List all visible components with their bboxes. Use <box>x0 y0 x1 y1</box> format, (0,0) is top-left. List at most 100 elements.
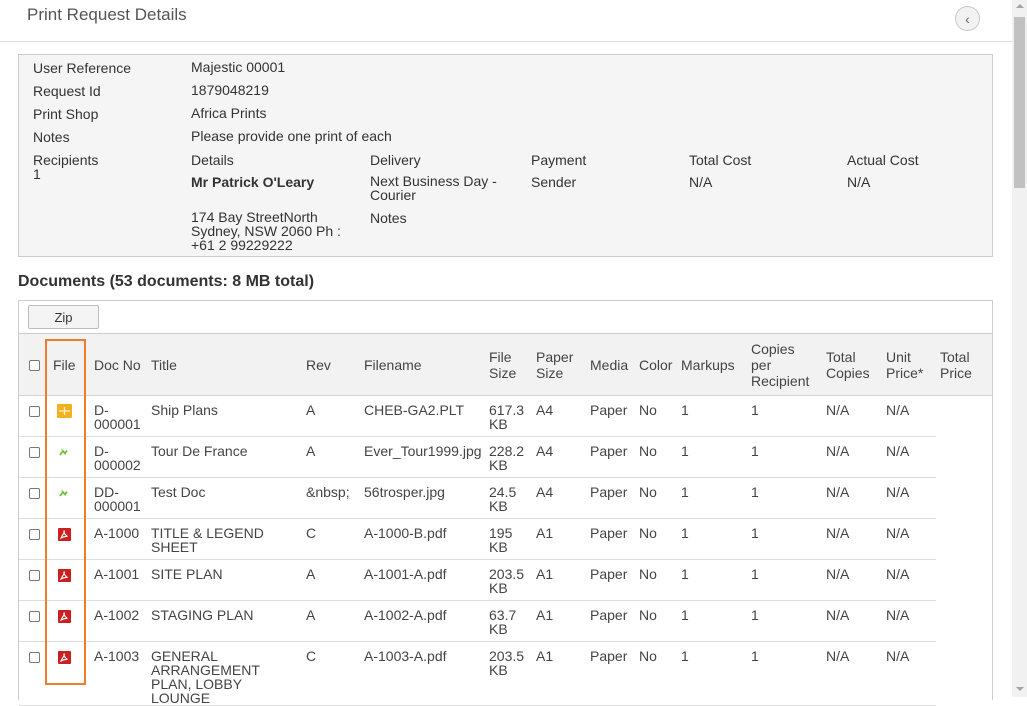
color-cell: No <box>635 436 677 478</box>
unit-price-cell: N/A <box>882 436 936 478</box>
column-header-copies-per-recipient[interactable]: Copies per Recipient <box>747 333 822 396</box>
paper-size-cell: A1 <box>532 518 586 560</box>
row-checkbox[interactable] <box>28 651 40 663</box>
unit-price-cell: N/A <box>882 559 936 601</box>
row-checkbox[interactable] <box>28 528 40 540</box>
file-type-cell <box>49 395 90 437</box>
markups-cell: 1 <box>677 600 747 642</box>
row-checkbox[interactable] <box>28 487 40 499</box>
total-copies-cell: N/A <box>822 518 882 560</box>
select-all-checkbox[interactable] <box>28 360 40 372</box>
file-size-cell: 195 KB <box>485 518 532 560</box>
column-header-doc-no[interactable]: Doc No <box>90 333 147 396</box>
copies-per-recipient-cell: 1 <box>747 559 822 601</box>
recipients-count: 1 <box>33 166 41 182</box>
filename-cell: 56trosper.jpg <box>360 477 485 519</box>
filename-cell: A-1001-A.pdf <box>360 559 485 601</box>
table-row[interactable]: A-1002 STAGING PLAN A A-1002-A.pdf 63.7 KB A1… <box>19 600 992 642</box>
color-cell: No <box>635 559 677 601</box>
unit-price-cell: N/A <box>882 518 936 560</box>
total-copies-cell: N/A <box>822 395 882 437</box>
copies-per-recipient-cell: 1 <box>747 518 822 560</box>
page-header: Print Request Details ‹ <box>0 0 1012 42</box>
media-cell: Paper <box>586 477 635 519</box>
column-header-title[interactable]: Title <box>147 333 302 396</box>
column-header-unit-price[interactable]: Unit Price* <box>882 333 936 396</box>
column-header-total-price[interactable]: Total Price <box>936 333 992 396</box>
total-copies-cell: N/A <box>822 477 882 519</box>
row-checkbox[interactable] <box>28 569 40 581</box>
column-header-markups[interactable]: Markups <box>677 333 747 396</box>
table-row[interactable]: D-000001 Ship Plans A CHEB-GA2.PLT 617.3 KB A… <box>19 395 992 437</box>
pdf-file-icon[interactable] <box>56 649 72 665</box>
scroll-down-arrow-icon[interactable] <box>1016 687 1024 691</box>
file-size-cell: 203.5 KB <box>485 641 532 706</box>
file-type-cell <box>49 600 90 642</box>
scroll-up-arrow-icon[interactable] <box>1016 4 1024 8</box>
column-header-media[interactable]: Media <box>586 333 635 396</box>
recipient-payment-header: Payment <box>531 152 587 168</box>
total-copies-cell: N/A <box>822 641 882 706</box>
color-cell: No <box>635 395 677 437</box>
rev-cell: A <box>302 559 360 601</box>
doc-no-cell: DD-000001 <box>90 477 147 519</box>
pdf-file-icon[interactable] <box>56 608 72 624</box>
row-checkbox[interactable] <box>28 610 40 622</box>
media-cell: Paper <box>586 641 635 706</box>
recipients-label: Recipients <box>33 152 99 168</box>
color-cell: No <box>635 600 677 642</box>
plt-file-icon[interactable] <box>56 403 72 419</box>
table-row[interactable]: A-1001 SITE PLAN A A-1001-A.pdf 203.5 KB A1 Pa… <box>19 559 992 601</box>
filename-cell: A-1002-A.pdf <box>360 600 485 642</box>
row-select-cell <box>19 518 49 560</box>
title-cell: GENERAL ARRANGEMENT PLAN, LOBBY LOUNGE <box>147 641 302 706</box>
total-price-cell <box>936 396 992 437</box>
media-cell: Paper <box>586 600 635 642</box>
title-cell: Ship Plans <box>147 395 302 437</box>
total-copies-cell: N/A <box>822 600 882 642</box>
rev-cell: A <box>302 600 360 642</box>
total-copies-cell: N/A <box>822 559 882 601</box>
filename-cell: Ever_Tour1999.jpg <box>360 436 485 478</box>
user-reference-label: User Reference <box>33 60 132 76</box>
pdf-file-icon[interactable] <box>56 567 72 583</box>
media-cell: Paper <box>586 518 635 560</box>
paper-size-cell: A1 <box>532 641 586 706</box>
zip-button[interactable]: Zip <box>28 305 99 329</box>
markups-cell: 1 <box>677 518 747 560</box>
title-cell: TITLE & LEGEND SHEET <box>147 518 302 560</box>
row-checkbox[interactable] <box>28 405 40 417</box>
copies-per-recipient-cell: 1 <box>747 436 822 478</box>
image-file-icon[interactable] <box>56 444 72 460</box>
column-header-color[interactable]: Color <box>635 333 677 396</box>
back-button[interactable]: ‹ <box>955 6 980 31</box>
table-row[interactable]: D-000002 Tour De France A Ever_Tour1999.jpg… <box>19 436 992 478</box>
row-checkbox[interactable] <box>28 446 40 458</box>
user-reference-value: Majestic 00001 <box>191 59 286 75</box>
column-header-paper-size[interactable]: Paper Size <box>532 333 586 396</box>
pdf-file-icon[interactable] <box>56 526 72 542</box>
table-row[interactable]: DD-000001 Test Doc &nbsp; 56trosper.jpg 24.5… <box>19 477 992 519</box>
total-copies-cell: N/A <box>822 436 882 478</box>
image-file-icon[interactable] <box>56 485 72 501</box>
vertical-scrollbar[interactable] <box>1012 0 1027 697</box>
recipient-address: 174 Bay StreetNorth Sydney, NSW 2060 Ph … <box>191 209 341 253</box>
table-row[interactable]: A-1003 GENERAL ARRANGEMENT PLAN, LOBBY LO… <box>19 641 992 706</box>
column-header-filename[interactable]: Filename <box>360 333 485 396</box>
column-header-file-size[interactable]: File Size <box>485 333 532 396</box>
column-header-rev[interactable]: Rev <box>302 333 360 396</box>
title-cell: STAGING PLAN <box>147 600 302 642</box>
filename-cell: A-1003-A.pdf <box>360 641 485 706</box>
column-header-total-copies[interactable]: Total Copies <box>822 333 882 396</box>
scrollbar-thumb[interactable] <box>1014 17 1025 188</box>
paper-size-cell: A4 <box>532 436 586 478</box>
rev-cell: C <box>302 518 360 560</box>
request-details-panel: User Reference Majestic 00001 Request Id… <box>18 54 993 257</box>
row-select-cell <box>19 641 49 706</box>
documents-panel: Zip File Doc No Title Rev Filename File … <box>18 300 993 706</box>
total-price-cell <box>936 642 992 706</box>
row-select-cell <box>19 600 49 642</box>
media-cell: Paper <box>586 436 635 478</box>
column-header-file[interactable]: File <box>49 333 90 396</box>
table-row[interactable]: A-1000 TITLE & LEGEND SHEET C A-1000-B.pdf 1… <box>19 518 992 560</box>
